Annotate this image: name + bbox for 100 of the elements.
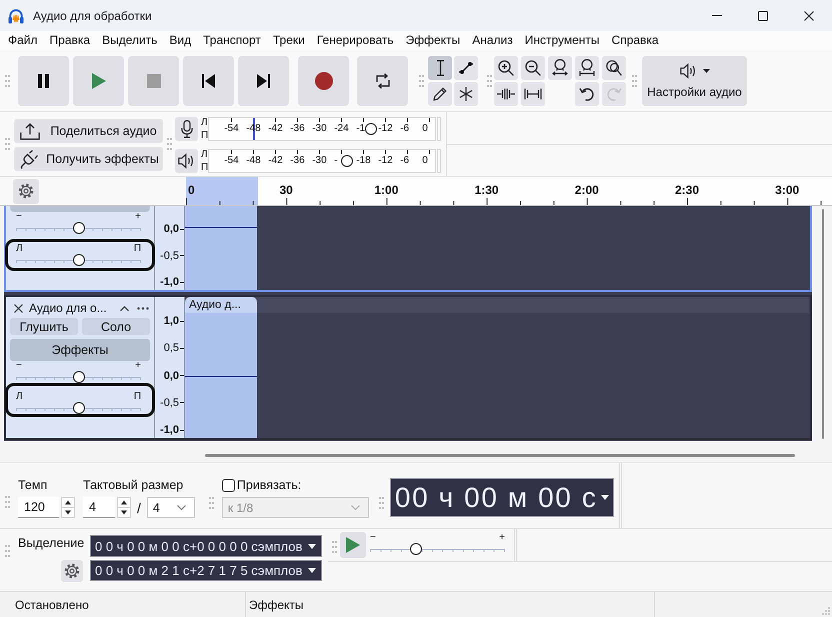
- grip-icon[interactable]: [5, 496, 10, 508]
- slider-thumb[interactable]: [341, 155, 354, 167]
- trim-button[interactable]: [494, 82, 518, 106]
- audio-clip[interactable]: [185, 206, 257, 290]
- beats-input[interactable]: 4: [83, 497, 115, 518]
- audio-clip[interactable]: [185, 313, 257, 438]
- track-name-button[interactable]: Аудио для о...: [29, 301, 107, 315]
- grip-icon[interactable]: [332, 541, 337, 553]
- grip-icon[interactable]: [419, 74, 424, 86]
- scale-label: 0: [422, 155, 428, 167]
- status-text: Остановлено: [15, 598, 89, 612]
- spin-arrows-icon[interactable]: [117, 497, 131, 518]
- menu-item[interactable]: Эффекты: [400, 31, 466, 50]
- silence-button[interactable]: [521, 82, 545, 106]
- menu-item[interactable]: Файл: [2, 31, 44, 50]
- tempo-input[interactable]: 120: [18, 497, 59, 518]
- skip-to-start-button[interactable]: [183, 56, 234, 106]
- menu-item[interactable]: Правка: [44, 31, 96, 50]
- asterisk-icon: [459, 86, 473, 100]
- waveform-line: [185, 227, 257, 228]
- grip-icon[interactable]: [167, 138, 172, 150]
- horizontal-scrollbar[interactable]: [205, 454, 795, 457]
- slider-thumb[interactable]: [72, 402, 84, 414]
- speaker-button[interactable]: [175, 149, 198, 173]
- grip-icon[interactable]: [632, 74, 637, 86]
- window-title: Аудио для обработки: [33, 8, 152, 22]
- pause-icon: [38, 74, 49, 88]
- pencil-icon: [433, 86, 447, 100]
- undo-button[interactable]: [575, 82, 599, 106]
- spin-arrows-icon[interactable]: [61, 497, 75, 518]
- grip-icon[interactable]: [208, 497, 214, 509]
- grip-icon[interactable]: [5, 74, 10, 86]
- menu-item[interactable]: Анализ: [466, 31, 519, 50]
- loop-button[interactable]: [357, 56, 408, 106]
- slider-thumb[interactable]: [72, 254, 84, 266]
- effects-button[interactable]: Эффекты: [10, 339, 150, 361]
- skip-to-end-button[interactable]: [238, 56, 289, 106]
- multi-tool-button[interactable]: [454, 82, 478, 106]
- fit-selection-button[interactable]: [548, 56, 572, 80]
- slider-thumb[interactable]: [365, 123, 378, 135]
- grip-icon[interactable]: [5, 545, 10, 557]
- get-effects-button[interactable]: Получить эффекты: [14, 147, 163, 171]
- fit-project-button[interactable]: [575, 56, 599, 80]
- envelope-tool-button[interactable]: [454, 56, 478, 80]
- time-label: 3:00: [775, 183, 800, 197]
- scale-label: -6: [400, 155, 410, 167]
- pause-button[interactable]: [18, 56, 69, 106]
- audio-track[interactable]: − + Л П 0,0 -0,5 -1,0: [4, 206, 812, 292]
- audio-settings-button[interactable]: Настройки аудио: [642, 56, 747, 106]
- zoom-toggle-button[interactable]: [602, 56, 626, 80]
- caret-up-icon[interactable]: [120, 306, 129, 310]
- share-audio-button[interactable]: Поделиться аудио: [14, 119, 163, 143]
- resize-grip-icon[interactable]: [821, 606, 830, 615]
- menu-item[interactable]: Справка: [606, 31, 665, 50]
- zoom-out-icon: [525, 60, 541, 76]
- more-icon[interactable]: [137, 306, 149, 310]
- mute-button[interactable]: Глушить: [10, 318, 78, 335]
- clip-title[interactable]: Аудио д...: [185, 297, 257, 313]
- selection-settings-button[interactable]: [61, 560, 83, 582]
- note-value-select[interactable]: 4: [146, 497, 195, 518]
- microphone-button[interactable]: [175, 117, 198, 141]
- menu-item[interactable]: Треки: [266, 31, 311, 50]
- slider-thumb[interactable]: [72, 371, 84, 383]
- slider-thumb[interactable]: [410, 543, 422, 555]
- close-icon: [804, 10, 814, 20]
- menu-item[interactable]: Транспорт: [197, 31, 267, 50]
- time-label: 2:30: [674, 183, 700, 197]
- scale-label: -42: [268, 123, 283, 135]
- selection-start-field[interactable]: 0 0 ч 0 0 м 0 0 с+0 0 0 0 0 сэмплов: [90, 535, 322, 557]
- selection-tool-button[interactable]: [428, 56, 452, 80]
- slider-label: +: [135, 212, 141, 222]
- scale-label: -1,0: [160, 276, 179, 288]
- timeline-settings-button[interactable]: [13, 178, 39, 204]
- slider-label: П: [134, 244, 141, 254]
- level-meter[interactable]: -54 -48 -42 -36 -30 - -18 -12 -6 0: [208, 149, 436, 173]
- menu-item[interactable]: Вид: [163, 31, 198, 50]
- zoom-out-button[interactable]: [521, 56, 545, 80]
- audio-track[interactable]: Аудио для о... Глушить Соло Эффекты − + Л П 1,0 0,5 0,0 -0,5 -1,0 Аудио д...: [4, 295, 812, 440]
- loop-icon: [374, 72, 390, 88]
- zoom-in-button[interactable]: [494, 56, 518, 80]
- vertical-scrollbar[interactable]: [822, 209, 824, 439]
- menu-item[interactable]: Генерировать: [310, 31, 400, 50]
- slider-thumb[interactable]: [72, 222, 84, 234]
- draw-tool-button[interactable]: [428, 82, 452, 106]
- upload-icon: [20, 122, 40, 140]
- scale-label: -1: [356, 123, 366, 135]
- menu-item[interactable]: Выделить: [96, 31, 164, 50]
- time-display[interactable]: 00 ч 00 м 00 с: [390, 478, 614, 517]
- close-icon[interactable]: [14, 304, 23, 312]
- timeline-ruler[interactable]: 0 30 1:00 1:30 2:00 2:30 3:00: [186, 177, 832, 205]
- menu-item[interactable]: Инструменты: [518, 31, 606, 50]
- track-lane[interactable]: Аудио д...: [185, 297, 809, 438]
- selection-end-field[interactable]: 0 0 ч 0 0 м 2 1 с+2 7 1 7 5 сэмплов: [90, 560, 322, 581]
- grip-icon[interactable]: [378, 497, 384, 509]
- grip-icon[interactable]: [487, 74, 492, 86]
- play-at-speed-button[interactable]: [340, 532, 366, 558]
- stop-icon: [146, 74, 160, 88]
- solo-button[interactable]: Соло: [82, 318, 150, 335]
- record-button[interactable]: [298, 56, 349, 106]
- grip-icon[interactable]: [5, 138, 10, 150]
